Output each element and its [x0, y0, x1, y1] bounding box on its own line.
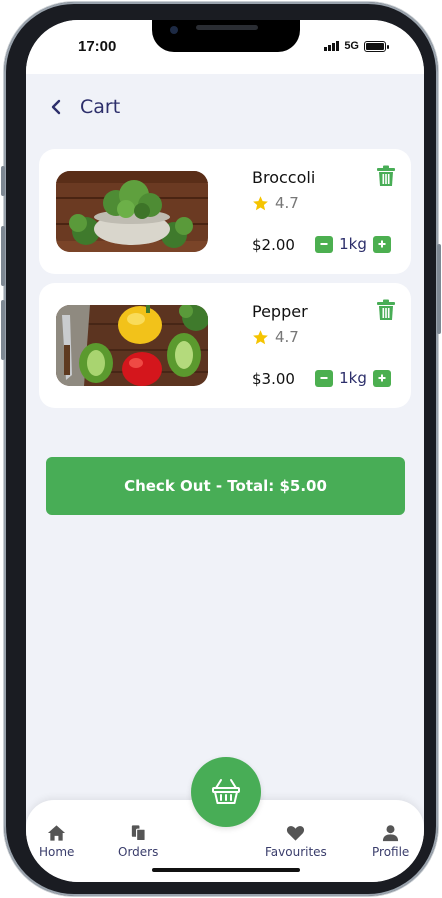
plus-icon	[378, 374, 386, 382]
nav-label-home: Home	[39, 845, 75, 859]
increase-quantity-button[interactable]	[373, 369, 391, 387]
rating-value: 4.7	[275, 194, 299, 212]
quantity-stepper: 1kg	[315, 369, 391, 387]
volume-down-button	[1, 300, 5, 360]
battery-icon	[364, 40, 389, 52]
cart-item: Pepper 4.7 $3.00 1kg	[39, 283, 411, 408]
minus-icon	[320, 377, 328, 379]
quantity-value: 1kg	[339, 235, 367, 253]
nav-label-profile: Profile	[372, 845, 410, 859]
nav-label-favourites: Favourites	[265, 845, 327, 859]
user-icon	[383, 825, 399, 842]
delete-icon[interactable]	[376, 299, 396, 321]
item-price: $2.00	[252, 236, 295, 254]
cart-basket-button[interactable]	[191, 757, 261, 827]
page-header: Cart	[50, 96, 120, 118]
nav-label-orders: Orders	[118, 845, 159, 859]
network-type: 5G	[344, 40, 359, 52]
phone-frame: 17:00 5G Cart Broccoli 4.7 $2.00 1kg Pep…	[1, 2, 441, 896]
star-icon	[253, 329, 268, 344]
item-name: Broccoli	[252, 168, 316, 187]
plus-icon	[378, 240, 386, 248]
nav-item-profile[interactable]: Profile	[372, 824, 409, 859]
power-button	[437, 244, 441, 334]
quantity-value: 1kg	[339, 369, 367, 387]
star-icon	[253, 195, 268, 210]
decrease-quantity-button[interactable]	[315, 369, 333, 387]
item-name: Pepper	[252, 302, 308, 321]
increase-quantity-button[interactable]	[373, 235, 391, 253]
home-indicator	[152, 868, 300, 872]
back-arrow-icon[interactable]	[50, 98, 64, 116]
front-camera	[170, 26, 178, 34]
minus-icon	[320, 243, 328, 245]
rating: 4.7	[252, 194, 299, 212]
status-time: 17:00	[78, 38, 117, 55]
cart-item: Broccoli 4.7 $2.00 1kg	[39, 149, 411, 274]
nav-item-favourites[interactable]: Favourites	[265, 824, 327, 859]
screen: 17:00 5G Cart Broccoli 4.7 $2.00 1kg Pep…	[26, 20, 424, 882]
orders-icon	[131, 825, 146, 842]
earpiece-speaker	[196, 25, 258, 30]
decrease-quantity-button[interactable]	[315, 235, 333, 253]
volume-up-button	[1, 226, 5, 286]
mute-switch	[1, 166, 5, 196]
basket-icon	[212, 779, 240, 804]
product-image-broccoli	[56, 171, 208, 252]
item-price: $3.00	[252, 370, 295, 388]
checkout-button[interactable]: Check Out - Total: $5.00	[46, 457, 405, 515]
nav-item-home[interactable]: Home	[39, 824, 74, 859]
quantity-stepper: 1kg	[315, 235, 391, 253]
delete-icon[interactable]	[376, 165, 396, 187]
notch	[152, 20, 300, 52]
rating-value: 4.7	[275, 328, 299, 346]
status-bar: 17:00 5G	[26, 20, 424, 74]
status-indicators: 5G	[324, 40, 389, 52]
signal-icon	[324, 41, 340, 51]
product-image-pepper	[56, 305, 208, 386]
heart-icon	[287, 826, 305, 841]
nav-item-orders[interactable]: Orders	[118, 824, 158, 859]
home-icon	[48, 825, 66, 841]
page-title: Cart	[80, 96, 121, 118]
rating: 4.7	[252, 328, 299, 346]
